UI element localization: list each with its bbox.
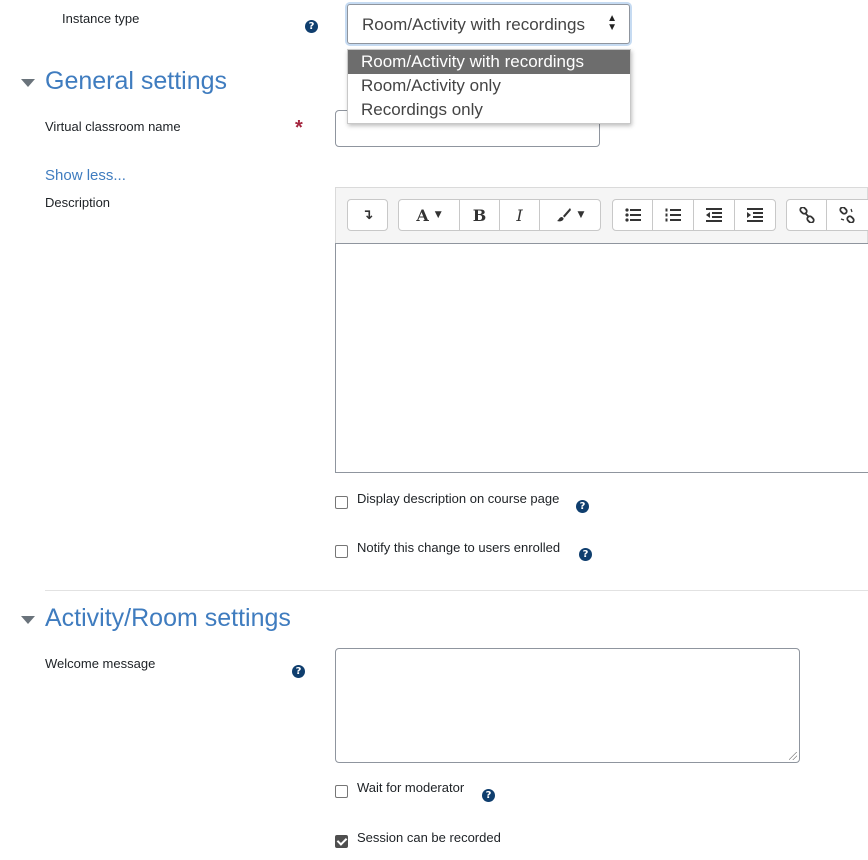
notify-label: Notify this change to users enrolled <box>357 540 561 555</box>
bold-icon[interactable]: B <box>460 200 500 230</box>
editor-toolbar: ↴ A ▼ B I ▼ <box>335 187 868 243</box>
brush-glyph <box>556 208 571 222</box>
ordered-list-icon[interactable] <box>653 200 694 230</box>
dropdown-option[interactable]: Room/Activity with recordings <box>348 50 630 74</box>
resize-grip-icon[interactable] <box>789 752 797 760</box>
show-less-link[interactable]: Show less... <box>45 167 126 184</box>
collapse-caret-icon[interactable] <box>21 79 35 87</box>
link-icon[interactable] <box>787 200 827 230</box>
caret-down-icon: ▼ <box>434 210 442 220</box>
instance-type-select[interactable]: Room/Activity with recordings ▲ ▼ <box>347 4 630 44</box>
instance-type-label: Instance type <box>62 11 140 26</box>
description-label: Description <box>45 195 111 210</box>
toolbar-group-lists <box>612 199 776 231</box>
unordered-list-icon[interactable] <box>613 200 653 230</box>
unlink-glyph <box>839 207 855 223</box>
brush-icon[interactable]: ▼ <box>540 200 600 230</box>
classroom-name-label: Virtual classroom name <box>45 119 181 134</box>
link-glyph <box>798 207 815 223</box>
welcome-message-textarea[interactable] <box>335 648 800 763</box>
toolbar-group-toggle: ↴ <box>347 199 388 231</box>
activity-room-settings-title[interactable]: Activity/Room settings <box>45 604 291 633</box>
wait-for-moderator-label: Wait for moderator <box>357 780 465 795</box>
italic-icon[interactable]: I <box>500 200 540 230</box>
toolbar-group-links <box>786 199 868 231</box>
welcome-message-label: Welcome message <box>45 656 156 671</box>
unordered-list-glyph <box>624 208 641 222</box>
session-recorded-checkbox[interactable] <box>335 835 348 848</box>
instance-type-selected-value: Room/Activity with recordings <box>362 15 585 34</box>
ordered-list-glyph <box>665 208 681 222</box>
toolbar-toggle-icon[interactable]: ↴ <box>348 200 387 230</box>
outdent-glyph <box>706 208 722 222</box>
indent-glyph <box>747 208 763 222</box>
display-description-checkbox[interactable] <box>335 496 348 509</box>
collapse-caret-icon[interactable] <box>21 616 35 624</box>
asterisk-icon: * <box>295 117 303 139</box>
question-circle-icon[interactable]: ? <box>482 789 495 802</box>
question-circle-icon[interactable]: ? <box>292 665 305 678</box>
notify-checkbox[interactable] <box>335 545 348 558</box>
question-circle-icon[interactable]: ? <box>576 500 589 513</box>
dropdown-option[interactable]: Room/Activity only <box>348 74 630 98</box>
toolbar-group-format: A ▼ B I ▼ <box>398 199 601 231</box>
select-updown-icon: ▲ ▼ <box>607 13 617 33</box>
indent-icon[interactable] <box>735 200 775 230</box>
display-description-label: Display description on course page <box>357 491 560 506</box>
question-circle-icon[interactable]: ? <box>579 548 592 561</box>
wait-for-moderator-checkbox[interactable] <box>335 785 348 798</box>
caret-down-icon: ▼ <box>577 210 585 220</box>
question-circle-icon[interactable]: ? <box>305 20 318 33</box>
session-recorded-label: Session can be recorded <box>357 830 501 845</box>
unlink-icon[interactable] <box>827 200 867 230</box>
font-style-letter: A <box>416 205 429 225</box>
outdent-icon[interactable] <box>694 200 735 230</box>
general-settings-title[interactable]: General settings <box>45 67 227 96</box>
font-style-icon[interactable]: A ▼ <box>399 200 460 230</box>
dropdown-option[interactable]: Recordings only <box>348 98 630 122</box>
instance-type-dropdown: Room/Activity with recordings Room/Activ… <box>347 49 631 124</box>
description-editor[interactable] <box>335 243 868 473</box>
section-divider <box>45 590 868 591</box>
